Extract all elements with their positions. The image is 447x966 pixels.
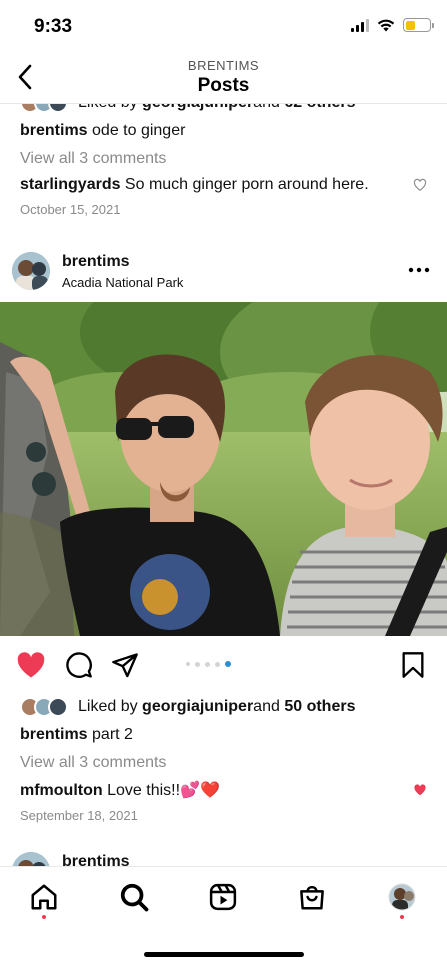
likes-summary[interactable]: Liked by georgiajuniper and 62 others [0, 104, 447, 116]
header-titles: BRENTIMS Posts [0, 58, 447, 97]
post-feed[interactable]: Liked by georgiajuniper and 62 others br… [0, 104, 447, 866]
save-button[interactable] [398, 650, 428, 680]
send-icon [112, 653, 138, 678]
search-icon [120, 883, 149, 912]
battery-icon [403, 18, 434, 32]
comment-bubble-icon [66, 652, 92, 678]
page-header: BRENTIMS Posts [0, 52, 447, 104]
likes-prefix: Liked by [78, 698, 138, 715]
post-header: brentims Acadia National Park [0, 242, 447, 302]
comment-text: So much ginger porn around here. [120, 176, 369, 193]
status-icons [351, 18, 434, 32]
caption-text: part 2 [87, 726, 133, 743]
post-date: October 15, 2021 [20, 202, 121, 217]
nav-shop[interactable] [296, 881, 328, 913]
notification-dot [42, 915, 46, 919]
wifi-icon [377, 19, 395, 31]
like-button[interactable] [16, 650, 46, 680]
caption: brentims part 2 [0, 725, 447, 745]
nav-reels[interactable] [207, 881, 239, 913]
comment: starlingyards So much ginger porn around… [0, 176, 447, 194]
post-photo[interactable] [0, 302, 447, 636]
likes-count[interactable]: 50 others [284, 698, 355, 716]
caption-text: ode to ginger [87, 122, 186, 139]
carousel-indicator [186, 661, 231, 667]
post-location[interactable]: Acadia National Park [62, 275, 183, 290]
post-username[interactable]: brentims [62, 853, 130, 866]
likes-user[interactable]: georgiajuniper [142, 104, 253, 112]
status-bar: 9:33 [0, 0, 447, 50]
caption: brentims ode to ginger [0, 121, 447, 141]
next-post-header: brentims [0, 842, 447, 866]
home-icon [31, 884, 57, 910]
cellular-signal-icon [351, 18, 369, 32]
status-time: 9:33 [34, 16, 73, 37]
avatar[interactable] [12, 852, 50, 866]
nav-home[interactable] [28, 881, 60, 913]
caption-username[interactable]: brentims [20, 726, 88, 743]
nav-profile[interactable] [386, 881, 418, 913]
avatar[interactable] [12, 252, 50, 290]
photo-image [0, 302, 447, 636]
notification-dot [400, 915, 404, 919]
bookmark-icon [402, 652, 424, 678]
reels-icon [209, 883, 237, 911]
heart-filled-icon [17, 652, 45, 678]
share-button[interactable] [110, 650, 140, 680]
likes-prefix: Liked by [78, 104, 138, 112]
post-actions [0, 636, 447, 694]
post-date: September 18, 2021 [20, 808, 138, 823]
more-options-icon[interactable] [407, 260, 431, 280]
header-username: BRENTIMS [187, 58, 260, 73]
home-indicator [144, 952, 304, 957]
comment-username[interactable]: mfmoulton [20, 782, 103, 799]
likes-user[interactable]: georgiajuniper [142, 698, 253, 716]
liker-avatars [20, 104, 68, 113]
nav-search[interactable] [118, 881, 150, 913]
shop-icon [300, 885, 324, 910]
likes-summary[interactable]: Liked by georgiajuniper and 50 others [0, 694, 447, 720]
caption-username[interactable]: brentims [20, 122, 88, 139]
comment-text: Love this!!💕❤️ [102, 782, 220, 799]
page-title: Posts [197, 75, 250, 96]
likes-count[interactable]: 62 others [284, 104, 355, 112]
profile-avatar [388, 883, 416, 911]
comment-button[interactable] [64, 650, 94, 680]
heart-outline-icon[interactable] [413, 178, 427, 192]
heart-filled-icon[interactable] [413, 783, 427, 797]
view-comments-link[interactable]: View all 3 comments [0, 150, 447, 168]
bottom-navigation [0, 866, 447, 966]
view-comments-link[interactable]: View all 3 comments [0, 754, 447, 772]
comment: mfmoulton Love this!!💕❤️ [0, 780, 447, 800]
previous-post: Liked by georgiajuniper and 62 others br… [0, 104, 447, 217]
liker-avatars [20, 697, 68, 717]
likes-mid: and [253, 104, 280, 112]
comment-username[interactable]: starlingyards [20, 176, 120, 193]
post-username[interactable]: brentims [62, 253, 130, 271]
post-details: Liked by georgiajuniper and 50 others br… [0, 694, 447, 823]
likes-mid: and [253, 698, 280, 715]
